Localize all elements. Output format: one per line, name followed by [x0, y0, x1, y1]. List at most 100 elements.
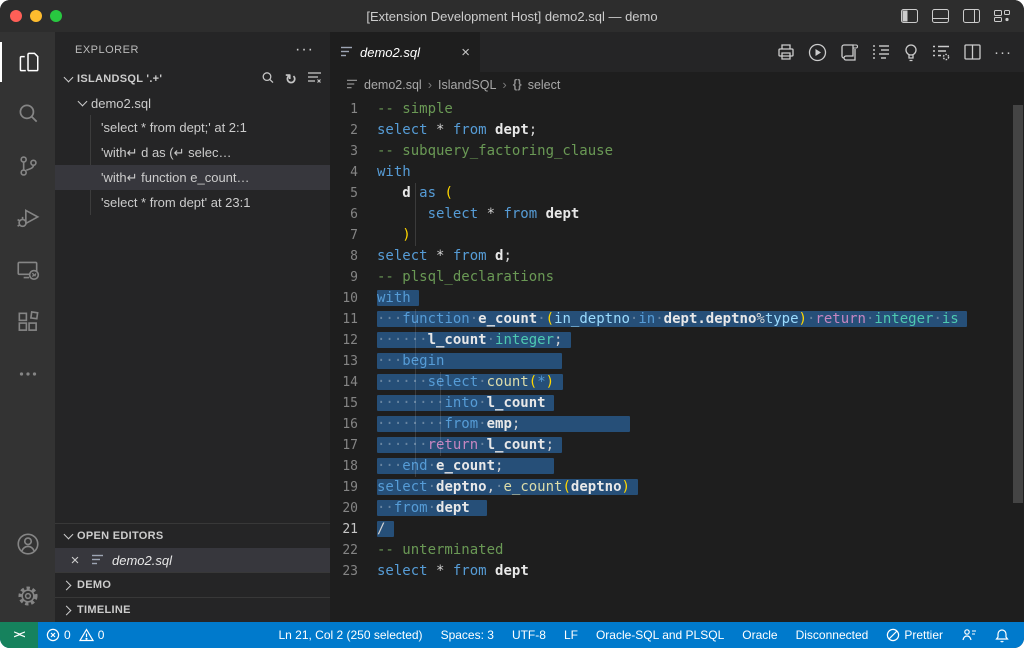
symbol-braces-icon: {}	[513, 79, 522, 91]
code-line[interactable]: 8select * from d;	[330, 246, 1024, 267]
toggle-secondary-sidebar-icon[interactable]	[963, 9, 980, 23]
code-line[interactable]: 18···end·e_count;	[330, 456, 1024, 477]
split-editor-icon[interactable]	[964, 44, 981, 60]
code-line[interactable]: 20··from·dept	[330, 498, 1024, 519]
connection-status[interactable]: Disconnected	[787, 622, 878, 648]
code-line[interactable]: 16········from·emp;	[330, 414, 1024, 435]
remote-indicator[interactable]: ><	[0, 622, 38, 648]
minimize-window-button[interactable]	[30, 10, 42, 22]
indentation-setting[interactable]: Spaces: 3	[432, 622, 503, 648]
code-line[interactable]: 7 )	[330, 225, 1024, 246]
open-editors-header[interactable]: OPEN EDITORS	[55, 523, 330, 548]
tree-file-demo2sql[interactable]: demo2.sql	[55, 91, 330, 115]
warning-icon	[79, 628, 94, 642]
extensions-icon[interactable]	[0, 296, 55, 348]
problems-indicator[interactable]: 0 0	[38, 622, 112, 648]
demo-section-header[interactable]: DEMO	[55, 572, 330, 597]
code-line[interactable]: 12······l_count·integer;	[330, 330, 1024, 351]
line-number: 4	[330, 162, 377, 183]
run-script-icon[interactable]	[840, 43, 859, 61]
code-line[interactable]: 13···begin	[330, 351, 1024, 372]
islandsql-section-header[interactable]: ISLANDSQL '.+' ↻	[55, 67, 330, 91]
source-control-icon[interactable]	[0, 140, 55, 192]
encoding-setting[interactable]: UTF-8	[503, 622, 555, 648]
code-line[interactable]: 22-- unterminated	[330, 540, 1024, 561]
search-icon[interactable]	[0, 88, 55, 140]
lightbulb-icon[interactable]	[903, 43, 919, 62]
feedback-icon[interactable]	[952, 622, 986, 648]
breadcrumb-file[interactable]: demo2.sql	[364, 78, 422, 92]
toggle-panel-icon[interactable]	[932, 9, 949, 23]
tab-demo2sql[interactable]: demo2.sql ×	[330, 32, 480, 72]
code-line[interactable]: 1-- simple	[330, 99, 1024, 120]
refresh-icon[interactable]: ↻	[285, 71, 297, 88]
outline-list-icon[interactable]	[872, 44, 890, 60]
tree-item[interactable]: 'with↵ function e_count…	[55, 165, 330, 190]
run-and-debug-icon[interactable]	[0, 192, 55, 244]
islandsql-section-title: ISLANDSQL '.+'	[77, 73, 162, 85]
line-number: 6	[330, 204, 377, 225]
chevron-down-icon	[77, 98, 87, 108]
code-line[interactable]: 19select·deptno,·e_count(deptno)	[330, 477, 1024, 498]
tree-item[interactable]: 'select * from dept;' at 2:1	[55, 115, 330, 140]
breadcrumb-symbol[interactable]: select	[528, 78, 561, 92]
code-line[interactable]: 6 select * from dept	[330, 204, 1024, 225]
islandsql-tree: demo2.sql 'select * from dept;' at 2:1'w…	[55, 91, 330, 215]
breadcrumb-node[interactable]: IslandSQL	[438, 78, 496, 92]
tree-search-icon[interactable]	[261, 71, 275, 88]
code-line[interactable]: 2select * from dept;	[330, 120, 1024, 141]
accounts-icon[interactable]	[0, 518, 55, 570]
vscode-window: [Extension Development Host] demo2.sql —…	[0, 0, 1024, 648]
code-line[interactable]: 5 d as (	[330, 183, 1024, 204]
explorer-icon[interactable]	[0, 36, 55, 88]
notifications-bell-icon[interactable]	[986, 622, 1018, 648]
explorer-more-actions-icon[interactable]: ···	[295, 41, 314, 59]
code-line[interactable]: 4with	[330, 162, 1024, 183]
maximize-window-button[interactable]	[50, 10, 62, 22]
collapse-all-icon[interactable]	[307, 71, 322, 87]
timeline-section-header[interactable]: TIMELINE	[55, 597, 330, 622]
tab-bar: demo2.sql ×	[330, 32, 1024, 72]
tree-item[interactable]: 'with↵ d as (↵ selec…	[55, 140, 330, 165]
line-number: 21	[330, 519, 377, 540]
open-editor-item[interactable]: × demo2.sql	[55, 548, 330, 572]
close-tab-icon[interactable]: ×	[461, 44, 470, 61]
eol-setting[interactable]: LF	[555, 622, 587, 648]
file-lines-icon	[346, 78, 358, 92]
code-editor[interactable]: 1-- simple2select * from dept;3-- subque…	[330, 97, 1024, 622]
code-line[interactable]: 3-- subquery_factoring_clause	[330, 141, 1024, 162]
cursor-position[interactable]: Ln 21, Col 2 (250 selected)	[269, 622, 431, 648]
code-line[interactable]: 11···function·e_count·(in_deptno·in·dept…	[330, 309, 1024, 330]
line-number: 22	[330, 540, 377, 561]
code-line[interactable]: 9-- plsql_declarations	[330, 267, 1024, 288]
tree-item[interactable]: 'select * from dept' at 23:1	[55, 190, 330, 215]
code-line[interactable]: 10with	[330, 288, 1024, 309]
toggle-primary-sidebar-icon[interactable]	[901, 9, 918, 23]
line-number: 18	[330, 456, 377, 477]
vertical-scrollbar[interactable]	[1013, 105, 1023, 503]
close-icon[interactable]: ×	[67, 552, 83, 569]
formatter-status[interactable]: Prettier	[877, 622, 952, 648]
customize-layout-icon[interactable]	[994, 9, 1010, 23]
code-line[interactable]: 15········into·l_count	[330, 393, 1024, 414]
connection-name[interactable]: Oracle	[733, 622, 786, 648]
selection-highlight: with	[377, 290, 419, 306]
code-line[interactable]: 14······select·count(*)	[330, 372, 1024, 393]
print-icon[interactable]	[777, 43, 795, 61]
run-query-icon[interactable]	[808, 43, 827, 62]
line-number: 17	[330, 435, 377, 456]
code-line[interactable]: 21/	[330, 519, 1024, 540]
list-settings-icon[interactable]	[932, 44, 951, 61]
more-views-icon[interactable]	[0, 348, 55, 400]
selection-highlight: ···begin	[377, 353, 562, 369]
language-mode[interactable]: Oracle-SQL and PLSQL	[587, 622, 733, 648]
remote-explorer-icon[interactable]	[0, 244, 55, 296]
error-count: 0	[64, 628, 71, 642]
settings-gear-icon[interactable]	[0, 570, 55, 622]
code-line[interactable]: 23select * from dept	[330, 561, 1024, 582]
selection-highlight: ······return·l_count;	[377, 437, 562, 453]
close-window-button[interactable]	[10, 10, 22, 22]
code-line[interactable]: 17······return·l_count;	[330, 435, 1024, 456]
window-controls	[0, 10, 90, 22]
more-actions-icon[interactable]: ···	[994, 44, 1012, 61]
